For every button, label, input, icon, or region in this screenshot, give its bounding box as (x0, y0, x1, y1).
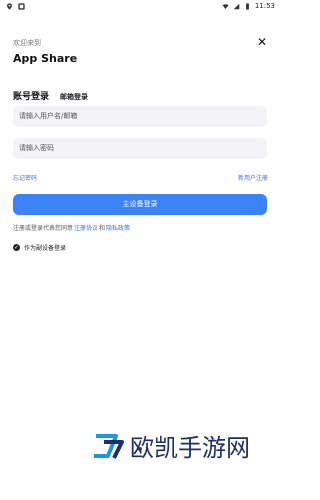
password-input[interactable]: 请输入密码 (13, 138, 267, 159)
checkbox-checked-icon[interactable]: ✓ (13, 244, 20, 251)
secondary-device-label: 作为副设备登录 (24, 245, 67, 252)
status-time: 11:53 (254, 2, 275, 10)
watermark: 欧凯手游网 (92, 428, 250, 463)
username-input[interactable]: 请输入用户名/邮箱 (13, 106, 267, 127)
register-link[interactable]: 新用户注册 (238, 173, 268, 182)
agreement-text: 注册或登录代表您同意 注册协议 和 隐私政策 (13, 223, 130, 232)
agreement-prefix: 注册或登录代表您同意 (13, 225, 74, 232)
close-icon: ✕ (256, 35, 268, 49)
privacy-policy-link[interactable]: 隐私政策 (106, 223, 130, 232)
location-icon (7, 3, 12, 10)
watermark-logo-icon (94, 433, 124, 459)
status-bar-right: 11:53 (222, 2, 275, 10)
tab-email-login[interactable]: 邮箱登录 (60, 92, 88, 102)
notification-icon (18, 3, 25, 10)
status-bar-left (6, 3, 25, 10)
tab-account-login[interactable]: 账号登录 (13, 89, 49, 102)
close-button[interactable]: ✕ (256, 36, 268, 48)
page-title: App Share (13, 52, 78, 65)
battery-icon (245, 2, 249, 10)
secondary-device-option[interactable]: ✓ 作为副设备登录 (13, 243, 66, 252)
login-button[interactable]: 主设备登录 (13, 194, 267, 215)
agreement-and: 和 (99, 225, 106, 232)
forgot-password-link[interactable]: 忘记密码 (13, 173, 37, 182)
status-bar: 11:53 (0, 0, 281, 14)
welcome-text: 欢迎来到 (13, 39, 41, 47)
user-agreement-link[interactable]: 注册协议 (74, 223, 98, 232)
wifi-icon (222, 3, 229, 9)
login-tabs: 账号登录 邮箱登录 (13, 89, 88, 102)
watermark-text: 欧凯手游网 (130, 434, 250, 462)
signal-icon (233, 3, 240, 9)
